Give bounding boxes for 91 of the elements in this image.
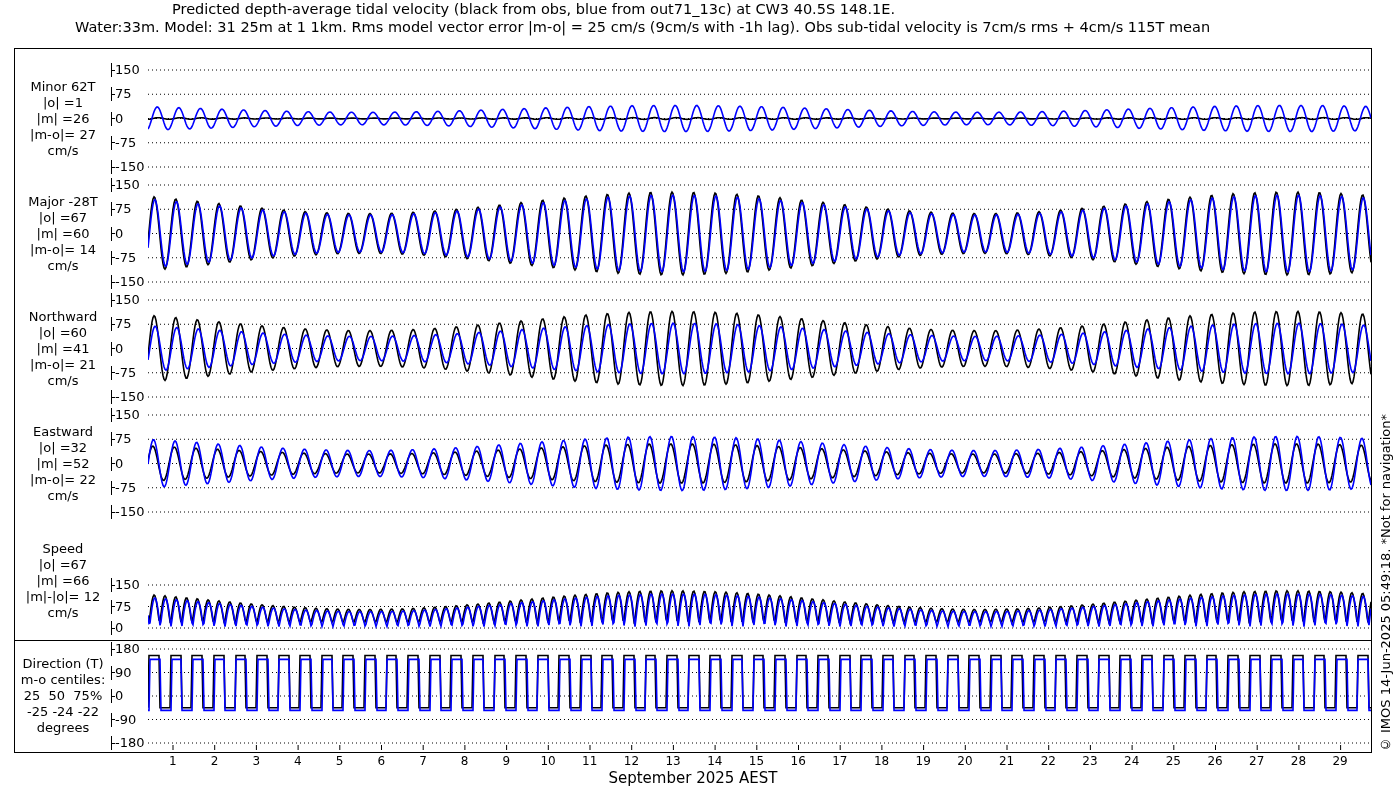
panel-stat-text: cm/s [47,142,79,159]
y-tick-label: 0 [115,111,124,126]
panel-stat-text: |m| =26 [36,110,90,127]
y-tick-label: -150 [115,275,145,289]
y-tick-label: 0 [115,226,124,241]
x-tick-label: 17 [831,753,849,769]
x-tick-label: 3 [251,753,262,769]
x-tick-label: 29 [1331,753,1349,769]
x-tick-label: 7 [418,753,428,769]
y-tick-label: 0 [115,341,124,356]
chart-title: Predicted depth-average tidal velocity (black from obs, blue from out71_13c) at CW3 40.5S 148.1E. [171,0,897,18]
panel-stat-text: |o| =67 [38,557,88,573]
x-axis-label: September 2025 AEST [608,769,778,787]
y-tick-label: -150 [115,505,145,519]
y-tick-label: 180 [115,642,140,656]
y-tick-label: 75 [115,432,132,447]
x-tick-label: 9 [501,753,512,769]
y-tick-label: 75 [115,202,132,217]
y-tick-label: 150 [115,178,140,192]
panel-stat-text: |m| =60 [36,225,90,242]
y-tick-label: -75 [115,250,137,265]
panel-stat-text: |m| =52 [36,455,90,472]
x-tick-label: 23 [1081,753,1099,769]
credit-text: © IMOS 14-Jun-2025 05:49:18. *Not for navigation* [1378,413,1394,752]
x-tick-label: 18 [872,753,891,769]
y-tick-label: 150 [115,578,140,592]
y-tick-label: 150 [115,293,140,307]
panel-stat-text: cm/s [47,487,79,504]
y-tick-label: 150 [115,408,140,422]
panel-stat-text: Major -28T [28,193,98,210]
y-tick-label: -75 [115,135,137,150]
panel-stat-text: Direction (T) [22,656,104,672]
panel-stat-text: |m| =66 [36,573,90,589]
panel-stat-text: Eastward [33,423,93,440]
y-tick-label: -180 [115,736,145,750]
x-tick-label: 8 [459,753,470,769]
panel-stat-text: |o| =32 [38,439,88,456]
x-tick-label: 20 [956,753,974,769]
x-tick-label: 26 [1206,753,1224,769]
x-tick-label: 14 [706,753,724,769]
panel-stat-text: |m-o|= 27 [30,126,96,143]
y-tick-label: -150 [115,390,145,404]
panel-stat-text: cm/s [47,257,79,274]
x-tick-label: 2 [209,753,220,769]
y-tick-label: 150 [115,63,140,77]
x-tick-label: 11 [581,753,599,769]
chart-title: Water:33m. Model: 31 25m at 1 1km. Rms model vector error |m-o| = 25 cm/s (9cm/s with -1h lag). Obs sub-tidal velocity is 7cm/s rms + 4cm/s 115T mean [74,18,1212,36]
x-tick-label: 19 [914,753,932,769]
x-tick-label: 21 [997,753,1016,769]
x-tick-label: 4 [293,753,303,769]
x-tick-label: 12 [622,753,641,769]
panel-stat-text: |o| =60 [38,324,88,341]
x-tick-label: 13 [664,753,682,769]
y-tick-label: -90 [115,712,137,727]
x-tick-label: 10 [539,753,557,769]
y-tick-label: 75 [115,317,132,332]
panel-stat-text: m-o centiles: [20,672,106,688]
panel-stat-text: 25 50 75% [23,688,103,704]
y-tick-label: 75 [115,87,132,102]
x-tick-label: 27 [1248,753,1266,769]
x-tick-label: 22 [1039,753,1057,769]
y-tick-label: 90 [115,665,132,680]
panel-stat-text: |m-o|= 21 [30,356,96,373]
x-tick-label: 15 [747,753,766,769]
panel-stat-text: -25 -24 -22 [27,704,99,720]
x-tick-label: 25 [1164,753,1182,769]
x-tick-label: 1 [168,753,178,769]
x-tick-label: 28 [1289,753,1308,769]
y-tick-label: 0 [115,621,124,635]
panel-stat-text: degrees [36,720,90,736]
y-tick-label: 0 [115,689,124,703]
y-tick-label: 0 [115,456,124,471]
panel-stat-text: |o| =67 [38,209,88,226]
panel-stat-text: |m-o|= 22 [30,471,96,488]
x-tick-label: 24 [1123,753,1141,769]
x-tick-label: 5 [334,753,345,769]
panel-stat-text: |m| =41 [36,340,90,357]
panel-stat-text: |m-o|= 14 [30,241,96,258]
panel-stat-text: cm/s [47,372,79,389]
panel-stat-text: Northward [28,308,98,325]
panel-stat-text: Speed [42,541,84,557]
x-tick-label: 6 [376,753,387,769]
x-tick-label: 16 [789,753,807,769]
y-tick-label: -75 [115,480,137,495]
y-tick-label: -75 [115,365,137,380]
y-tick-label: -150 [115,160,145,174]
panel-stat-text: Minor 62T [30,78,96,95]
panel-stat-text: |m|-|o|= 12 [25,589,101,605]
panel-stat-text: |o| =1 [43,94,83,111]
panel-stat-text: cm/s [47,605,79,621]
y-tick-label: 75 [115,599,132,614]
